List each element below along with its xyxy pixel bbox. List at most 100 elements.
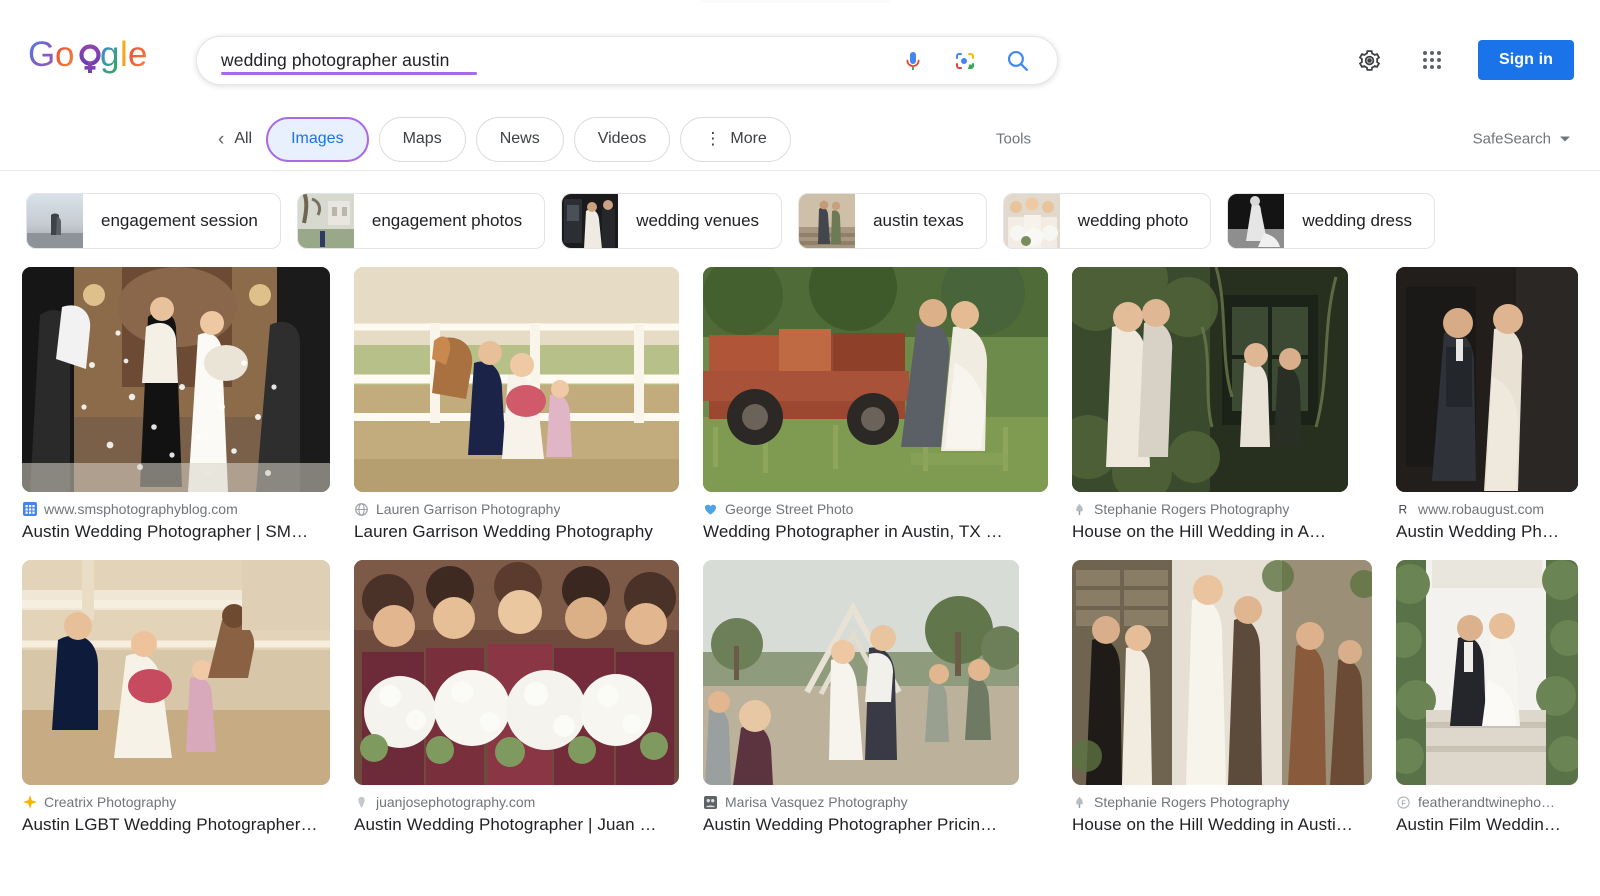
image-results-grid: www.smsphotographyblog.com Austin Weddin… — [0, 249, 1600, 835]
result-title[interactable]: House on the Hill Wedding in A… — [1072, 522, 1348, 542]
google-logo[interactable]: G o g l e — [28, 35, 146, 77]
result-thumbnail[interactable] — [354, 267, 679, 492]
chip-thumbnail — [562, 194, 619, 248]
image-result-card[interactable]: R www.robaugust.com Austin Wedding Ph… — [1396, 267, 1578, 542]
tab-maps[interactable]: Maps — [378, 116, 466, 162]
svg-text:l: l — [120, 35, 127, 74]
tab-all-label: All — [234, 130, 253, 147]
circle-f-favicon: F — [1396, 795, 1411, 810]
image-result-card[interactable]: Lauren Garrison Photography Lauren Garri… — [354, 267, 679, 542]
result-title[interactable]: Austin Film Weddin… — [1396, 815, 1578, 835]
header-right-actions: Sign in — [1346, 36, 1574, 84]
chip-engagement-photos[interactable]: engagement photos — [296, 193, 546, 249]
tab-more[interactable]: ⋮ More — [680, 116, 791, 162]
search-input-wrap[interactable] — [197, 37, 900, 84]
svg-text:e: e — [128, 35, 146, 74]
result-source: Marisa Vasquez Photography — [725, 794, 908, 810]
result-source: Creatrix Photography — [44, 794, 177, 810]
chip-wedding-photo[interactable]: wedding photo — [1002, 193, 1212, 249]
search-bar[interactable] — [196, 36, 1058, 85]
result-thumbnail[interactable] — [22, 267, 330, 492]
google-apps-grid-icon[interactable] — [1408, 36, 1456, 84]
result-title[interactable]: Wedding Photographer in Austin, TX … — [703, 522, 1028, 542]
tab-news[interactable]: News — [475, 116, 564, 162]
result-title[interactable]: Austin Wedding Photographer | Juan … — [354, 815, 679, 835]
result-thumbnail[interactable] — [703, 560, 1019, 785]
svg-text:F: F — [1401, 798, 1406, 807]
result-title[interactable]: House on the Hill Wedding in Austi… — [1072, 815, 1372, 835]
result-title[interactable]: Austin Wedding Photographer Pricin… — [703, 815, 1019, 835]
tools-button[interactable]: Tools — [996, 131, 1031, 148]
result-thumbnail[interactable] — [703, 267, 1048, 492]
tab-images[interactable]: Images — [266, 116, 369, 162]
result-thumbnail[interactable] — [1396, 267, 1578, 492]
chip-wedding-venues[interactable]: wedding venues — [561, 193, 783, 249]
yellow-sparkle-favicon — [22, 795, 37, 810]
result-thumbnail[interactable] — [1396, 560, 1578, 785]
result-source-row: F featherandtwinepho… — [1396, 794, 1578, 810]
result-source-row: R www.robaugust.com — [1396, 501, 1578, 517]
image-result-card[interactable]: Stephanie Rogers Photography House on th… — [1072, 560, 1372, 835]
results-column: Lauren Garrison Photography Lauren Garri… — [354, 267, 679, 835]
result-title[interactable]: Austin Wedding Ph… — [1396, 522, 1578, 542]
result-source: Lauren Garrison Photography — [376, 501, 561, 517]
image-result-card[interactable]: Creatrix Photography Austin LGBT Wedding… — [22, 560, 330, 835]
result-source: Stephanie Rogers Photography — [1094, 501, 1290, 517]
search-icon[interactable] — [1004, 48, 1030, 74]
search-tabs: Images Maps News Videos ⋮ More — [266, 116, 791, 162]
chip-austin-texas[interactable]: austin texas — [798, 193, 987, 249]
gear-icon[interactable] — [1346, 36, 1394, 84]
chevron-down-icon — [1560, 136, 1570, 142]
tab-more-label: More — [730, 130, 767, 147]
tab-maps-label: Maps — [402, 130, 442, 147]
result-source: George Street Photo — [725, 501, 854, 517]
sign-in-button[interactable]: Sign in — [1477, 40, 1574, 80]
microphone-icon[interactable] — [900, 48, 926, 74]
image-result-card[interactable]: George Street Photo Wedding Photographer… — [703, 267, 1048, 542]
svg-text:G: G — [28, 35, 54, 74]
result-source-row: Marisa Vasquez Photography — [703, 794, 1048, 810]
chip-label: austin texas — [873, 211, 964, 230]
svg-text:R: R — [1398, 503, 1407, 517]
search-nav-row: ‹ All Images Maps News Videos ⋮ More Too… — [0, 108, 1600, 170]
letter-r-favicon: R — [1396, 502, 1411, 517]
result-source-row: juanjosephotography.com — [354, 794, 679, 810]
result-title[interactable]: Austin Wedding Photographer | SM… — [22, 522, 330, 542]
result-thumbnail[interactable] — [1072, 267, 1348, 492]
chevron-left-icon: ‹ — [218, 128, 225, 150]
chip-engagement-session[interactable]: engagement session — [26, 193, 281, 249]
result-title[interactable]: Lauren Garrison Wedding Photography — [354, 522, 679, 542]
chip-thumbnail — [1228, 194, 1285, 248]
image-result-card[interactable]: Marisa Vasquez Photography Austin Weddin… — [703, 560, 1048, 835]
safesearch-label: SafeSearch — [1472, 130, 1551, 148]
result-source: www.smsphotographyblog.com — [44, 501, 238, 517]
safesearch-dropdown[interactable]: SafeSearch — [1473, 131, 1570, 148]
result-source: Stephanie Rogers Photography — [1094, 794, 1290, 810]
result-thumbnail[interactable] — [1072, 560, 1372, 785]
search-bar-icons — [900, 48, 1057, 74]
result-thumbnail[interactable] — [22, 560, 330, 785]
image-result-card[interactable]: www.smsphotographyblog.com Austin Weddin… — [22, 267, 330, 542]
tab-videos[interactable]: Videos — [573, 116, 671, 162]
chip-label: wedding dress — [1302, 211, 1413, 230]
chip-thumbnail — [799, 194, 856, 248]
result-source-row: Stephanie Rogers Photography — [1072, 794, 1372, 810]
image-result-card[interactable]: juanjosephotography.com Austin Wedding P… — [354, 560, 679, 835]
nav-back-all[interactable]: ‹ All — [218, 130, 252, 149]
result-source-row: www.smsphotographyblog.com — [22, 501, 330, 517]
result-title[interactable]: Austin LGBT Wedding Photographer… — [22, 815, 330, 835]
chip-thumbnail — [297, 194, 354, 248]
result-thumbnail[interactable] — [354, 560, 679, 785]
result-source: juanjosephotography.com — [376, 794, 536, 810]
chip-wedding-dress[interactable]: wedding dress — [1227, 193, 1436, 249]
image-result-card[interactable]: F featherandtwinepho… Austin Film Weddin… — [1396, 560, 1578, 835]
query-spellcheck-underline — [221, 72, 477, 75]
svg-text:o: o — [55, 35, 73, 74]
image-result-card[interactable]: Stephanie Rogers Photography House on th… — [1072, 267, 1372, 542]
chip-thumbnail — [27, 194, 83, 248]
search-input[interactable] — [221, 50, 900, 71]
google-lens-icon[interactable] — [952, 48, 978, 74]
chip-thumbnail — [1003, 194, 1060, 248]
result-source-row: George Street Photo — [703, 501, 1048, 517]
tab-images-label: Images — [291, 130, 344, 147]
